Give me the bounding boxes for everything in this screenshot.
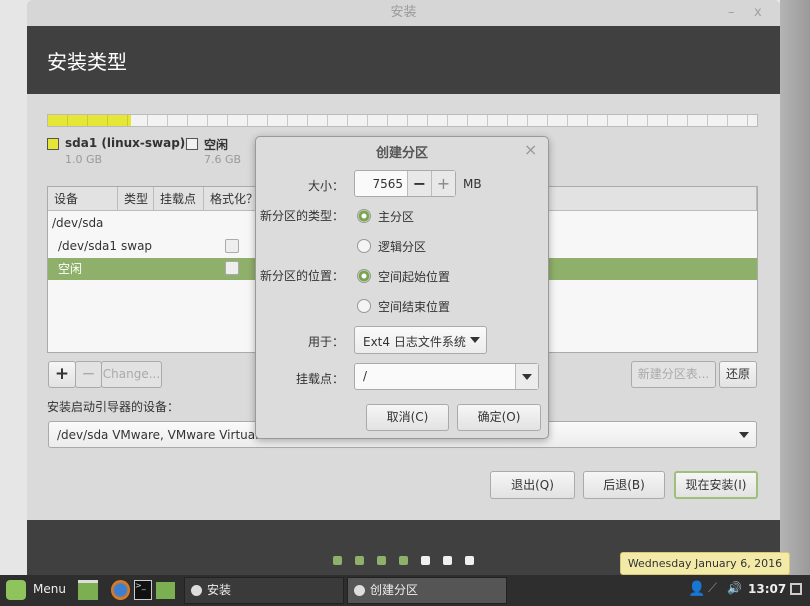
page-header: 安装类型 bbox=[27, 26, 780, 94]
step-dot bbox=[377, 556, 386, 565]
terminal-icon[interactable]: >_ bbox=[134, 580, 152, 600]
use-label: 用于： bbox=[307, 335, 344, 349]
radio-logical[interactable] bbox=[357, 239, 371, 253]
decrement-button[interactable]: − bbox=[407, 171, 431, 196]
mount-label: 挂载点： bbox=[295, 372, 344, 386]
ok-button[interactable]: 确定(O) bbox=[457, 404, 541, 431]
disk-usage-bar bbox=[47, 114, 758, 127]
step-dot bbox=[399, 556, 408, 565]
mount-dropdown-button[interactable] bbox=[515, 364, 538, 389]
disc-icon bbox=[191, 585, 202, 596]
taskbar: Menu >_ 安装 创建分区 👤 ⟋ 🔊 13:07 bbox=[0, 575, 810, 606]
mount-point-combo[interactable]: / bbox=[354, 363, 539, 390]
dropdown-arrow-icon bbox=[470, 337, 480, 343]
menu-button[interactable]: Menu bbox=[33, 582, 66, 596]
disk-used-segment bbox=[48, 115, 131, 126]
dialog-title: 创建分区 bbox=[375, 146, 428, 161]
taskbar-task-dialog[interactable]: 创建分区 bbox=[347, 577, 507, 604]
dropdown-arrow-icon bbox=[522, 374, 532, 380]
device-cell: /dev/sda1 bbox=[58, 239, 118, 253]
mint-logo-icon[interactable] bbox=[6, 580, 26, 600]
step-dot bbox=[333, 556, 342, 565]
quit-button[interactable]: 退出(Q) bbox=[490, 471, 575, 499]
date-tooltip: Wednesday January 6, 2016 bbox=[620, 552, 790, 575]
size-label: 大小： bbox=[307, 179, 344, 193]
window-title: 安装 bbox=[390, 5, 417, 20]
show-desktop-icon[interactable] bbox=[78, 580, 98, 600]
step-dot bbox=[465, 556, 474, 565]
radio-label: 逻辑分区 bbox=[378, 240, 427, 254]
remove-partition-button[interactable]: − bbox=[75, 361, 102, 388]
format-checkbox[interactable] bbox=[225, 261, 239, 275]
device-cell: /dev/sda bbox=[52, 216, 104, 230]
radio-primary[interactable] bbox=[357, 209, 371, 223]
radio-label: 空间起始位置 bbox=[378, 270, 451, 284]
size-unit: MB bbox=[463, 177, 482, 191]
clock[interactable]: 13:07 bbox=[748, 582, 786, 596]
bootloader-value: /dev/sda VMware, VMware Virtual bbox=[57, 428, 259, 442]
step-dot bbox=[421, 556, 430, 565]
legend-size: 7.6 GB bbox=[204, 153, 242, 166]
bootloader-label: 安装启动引导器的设备： bbox=[47, 400, 180, 414]
revert-button[interactable]: 还原 bbox=[719, 361, 757, 388]
legend-size: 1.0 GB bbox=[65, 153, 103, 166]
mount-point-input[interactable]: / bbox=[363, 369, 367, 383]
legend-swatch-swap bbox=[47, 138, 59, 150]
legend-label: 空闲 bbox=[204, 138, 229, 152]
legend-label: sda1 (linux-swap) bbox=[65, 136, 186, 150]
column-header-device[interactable]: 设备 bbox=[48, 187, 118, 211]
add-partition-button[interactable]: + bbox=[48, 361, 76, 388]
radio-label: 主分区 bbox=[378, 210, 415, 224]
type-cell: swap bbox=[121, 239, 153, 253]
dropdown-arrow-icon bbox=[739, 432, 749, 438]
size-spinner[interactable]: 7565 − + bbox=[354, 170, 456, 197]
firefox-icon[interactable] bbox=[111, 580, 130, 600]
page-title: 安装类型 bbox=[47, 50, 127, 74]
radio-location-end[interactable] bbox=[357, 299, 371, 313]
task-label: 安装 bbox=[207, 583, 232, 597]
radio-location-start[interactable] bbox=[357, 269, 371, 283]
user-icon[interactable]: 👤 bbox=[688, 581, 705, 597]
back-button[interactable]: 后退(B) bbox=[583, 471, 665, 499]
column-header-type[interactable]: 类型 bbox=[118, 187, 154, 211]
cancel-button[interactable]: 取消(C) bbox=[366, 404, 449, 431]
radio-label: 空间结束位置 bbox=[378, 300, 451, 314]
format-checkbox[interactable] bbox=[225, 239, 239, 253]
minimize-button[interactable]: – bbox=[728, 0, 735, 26]
size-input[interactable]: 7565 bbox=[372, 177, 403, 191]
increment-button[interactable]: + bbox=[431, 171, 455, 196]
workspace-switcher-icon[interactable] bbox=[790, 583, 802, 595]
disc-icon bbox=[354, 585, 365, 596]
desktop-background bbox=[780, 0, 810, 575]
volume-icon[interactable]: 🔊 bbox=[727, 581, 742, 595]
type-label: 新分区的类型： bbox=[259, 209, 344, 223]
new-partition-table-button[interactable]: 新建分区表... bbox=[631, 361, 716, 388]
device-cell: 空闲 bbox=[58, 262, 83, 276]
change-partition-button[interactable]: Change... bbox=[101, 361, 162, 388]
filesystem-select[interactable]: Ext4 日志文件系统 bbox=[354, 326, 487, 354]
taskbar-task-installer[interactable]: 安装 bbox=[184, 577, 344, 604]
network-icon[interactable]: ⟋ bbox=[708, 581, 717, 596]
task-label: 创建分区 bbox=[370, 583, 419, 597]
legend-swatch-free bbox=[186, 138, 198, 150]
create-partition-dialog: 创建分区 × 大小： 7565 − + MB 新分区的类型： 主分区 逻辑分区 … bbox=[255, 136, 549, 439]
install-now-button[interactable]: 现在安装(I) bbox=[674, 471, 758, 499]
step-dot bbox=[443, 556, 452, 565]
column-header-mount[interactable]: 挂载点 bbox=[154, 187, 204, 211]
dialog-close-icon[interactable]: × bbox=[524, 140, 537, 159]
filesystem-value: Ext4 日志文件系统 bbox=[363, 335, 466, 349]
close-button[interactable]: x bbox=[754, 0, 762, 26]
location-label: 新分区的位置： bbox=[259, 269, 344, 283]
folder-icon[interactable] bbox=[156, 582, 175, 599]
title-bar: 安装 bbox=[27, 0, 780, 26]
step-dot bbox=[355, 556, 364, 565]
